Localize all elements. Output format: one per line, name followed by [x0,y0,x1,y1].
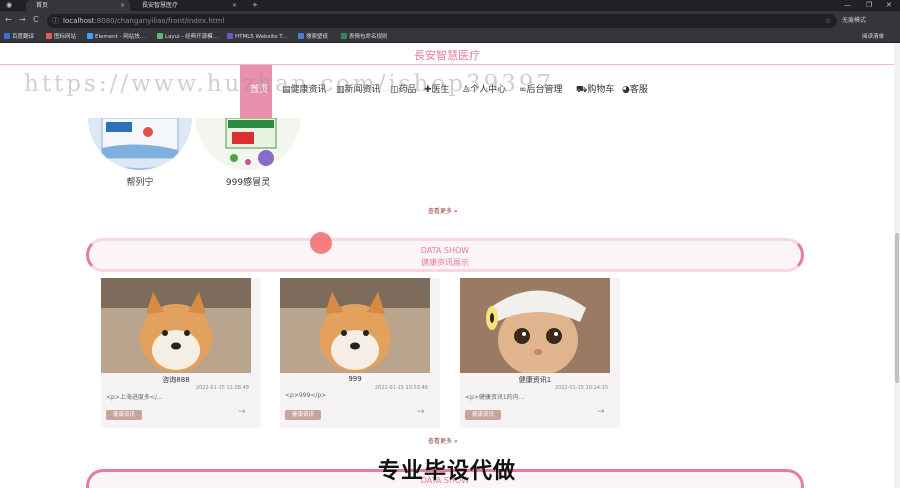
cart-icon: ⛟ [576,85,588,95]
news-image [101,278,251,373]
scrollbar-thumb[interactable] [895,233,899,383]
cursor-highlight [310,232,332,254]
category-tag[interactable]: 健康资讯 [465,410,501,420]
address-bar[interactable]: ⓘ localhost:8080/changanyiliao/front/ind… [47,14,837,28]
arrow-right-icon[interactable]: → [597,407,605,417]
news-date: 2022-01-15 10:14:15 [554,385,608,391]
cat-photo [460,278,610,373]
arrow-right-icon[interactable]: → [238,407,246,417]
bookmark-label: Element - 网站快... [95,34,145,40]
product-name[interactable]: 帮列宁 [88,175,192,188]
browser-menu-icon[interactable]: ◉ [6,0,12,11]
news-card[interactable]: 咨询888 2022-01-15 11:08:48 <p>上海进度多</... … [101,278,261,428]
news-image [460,278,610,373]
browser-tab-strip: ◉ 首页 × 長安智慧医疗 × + — ❐ ✕ [0,0,900,11]
bookmark-item[interactable]: 百度翻译 [4,31,34,43]
view-more-link[interactable]: 查看更多 » [428,206,458,215]
minimize-icon[interactable]: — [844,0,851,11]
forward-icon[interactable]: → [19,15,26,24]
section-banner: DATA SHOW 健康资讯展示 [86,238,804,272]
divider [0,64,894,65]
news-card[interactable]: 健康资讯1 2022-01-15 10:14:15 <p>健康资讯1的内... … [460,278,620,428]
menu-item-service[interactable]: ◕客服 [622,82,648,95]
category-tag[interactable]: 健康资讯 [285,410,321,420]
menu-label: 购物车 [587,85,615,95]
bookmark-item[interactable]: 图标网站 [46,31,76,43]
menu-label: 客服 [629,85,648,95]
site-title: 長安智慧医疗 [414,49,480,62]
bookmark-item[interactable]: Layui - 经典开源模... [157,31,218,43]
bookmark-label: HTML5 Website T... [235,34,288,40]
tab-home[interactable]: 首页 × [26,0,130,11]
section-title-cn: 健康资讯展示 [421,258,469,267]
bookmark-icon [157,33,163,39]
bookmark-icon [341,33,347,39]
bookmark-label: 百度翻译 [12,34,35,40]
product-name[interactable]: 999感冒灵 [196,175,300,188]
bookmark-item[interactable]: 搜索壁纸 [298,31,328,43]
bookmark-icon [298,33,304,39]
bookmark-item[interactable]: HTML5 Website T... [227,31,287,43]
bookmark-icon [227,33,233,39]
info-icon[interactable]: ⓘ [52,14,59,28]
bookmark-label: Layui - 经典开源模... [165,34,218,40]
menu-item-cart[interactable]: ⛟购物车 [576,82,614,96]
bookmarks-bar: 百度翻译 图标网站 Element - 网站快... Layui - 经典开源模… [0,31,900,43]
back-icon[interactable]: ← [5,15,12,24]
medicine-box-image [196,118,300,170]
section-title-en: DATA SHOW [420,246,470,255]
news-title: 咨询888 [162,376,190,384]
watermark-text: https://www.huzhan.com/ishop39397 [24,71,555,97]
maximize-icon[interactable]: ❐ [866,0,872,11]
bookmark-label: 图标网站 [54,34,77,40]
browser-toolbar: ← → C ⓘ localhost:8080/changanyiliao/fro… [0,11,900,31]
url-host: localhost [63,17,95,25]
product-image[interactable] [88,118,192,170]
news-date: 2022-01-15 10:53:46 [374,385,428,391]
tab-title: 長安智慧医疗 [142,2,179,9]
bookmark-label: 表情包命名规则 [349,34,388,40]
dog-photo [101,278,251,373]
dog-photo [280,278,430,373]
tab-title: 首页 [36,2,49,9]
news-title: 健康资讯1 [518,376,552,384]
service-icon: ◕ [622,85,630,95]
news-summary: <p>健康资讯1的内... [465,394,525,401]
incognito-badge[interactable]: 无痕模式 [842,15,866,24]
bookmark-star-icon[interactable]: ☆ [825,14,831,28]
page-scrollbar[interactable] [894,43,900,488]
news-title: 999 [348,375,362,383]
news-image [280,278,430,373]
close-icon[interactable]: × [120,0,125,11]
news-summary: <p>999</p> [285,392,327,399]
reload-icon[interactable]: C [33,15,39,24]
bookmark-icon [46,33,52,39]
arrow-right-icon[interactable]: → [417,407,425,417]
news-card[interactable]: 999 2022-01-15 10:53:46 <p>999</p> 健康资讯 … [280,278,440,428]
page-viewport: 長安智慧医疗 首页 ▤健康资讯 ▥新闻资讯 ◫药品 ✚医生 ♙个人中心 ∞后台管… [0,43,894,488]
bookmark-item[interactable]: Element - 网站快... [87,31,145,43]
reading-list[interactable]: 阅读清单 [862,31,884,43]
new-tab-button[interactable]: + [252,0,258,11]
bookmark-item[interactable]: 表情包命名规则 [341,31,388,43]
close-icon[interactable]: × [232,0,237,11]
view-more-link[interactable]: 查看更多 » [428,436,458,445]
news-summary: <p>上海进度多</... [106,394,163,401]
news-date: 2022-01-15 11:08:48 [195,385,249,391]
category-tag[interactable]: 健康资讯 [106,410,142,420]
promo-overlay-text: 专业毕设代做 [377,459,516,484]
url-path: :8080/changanyiliao/front/index.html [94,17,225,25]
close-window-icon[interactable]: ✕ [886,0,892,11]
product-image[interactable] [196,118,300,170]
medicine-box-image [88,118,192,170]
bookmark-icon [87,33,93,39]
bookmark-icon [4,33,10,39]
bookmark-label: 搜索壁纸 [306,34,329,40]
tab-site[interactable]: 長安智慧医疗 × [132,0,242,11]
